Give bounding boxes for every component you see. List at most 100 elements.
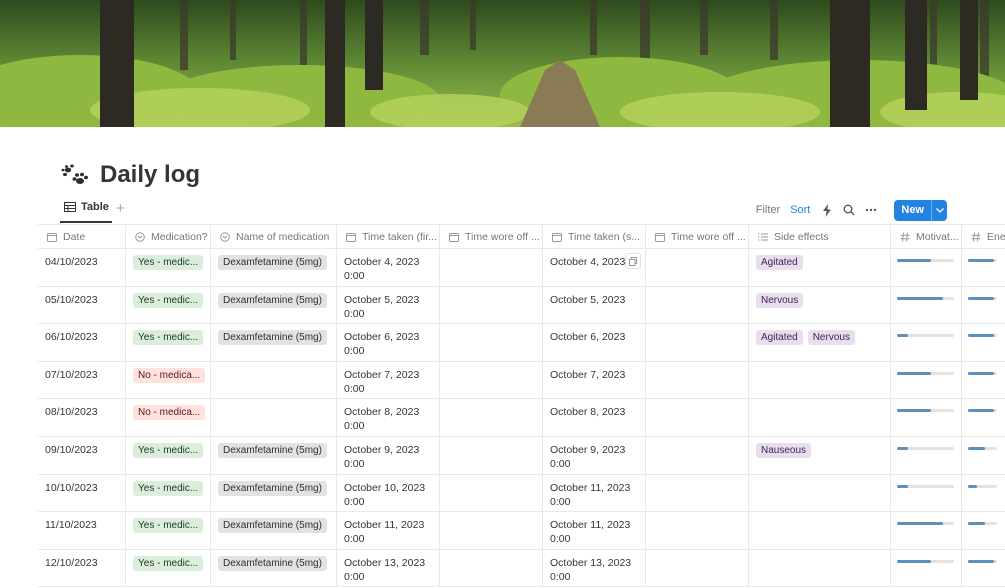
table-cell[interactable]: October 13, 2023 0:00 — [337, 549, 440, 587]
table-cell[interactable]: October 6, 2023 — [543, 324, 646, 361]
table-cell[interactable]: Yes - medic... — [126, 249, 211, 286]
table-cell[interactable]: 05/10/2023 — [38, 286, 126, 324]
table-cell[interactable]: October 13, 2023 0:00 — [543, 549, 646, 587]
table-cell[interactable] — [749, 549, 891, 587]
table-cell[interactable]: October 5, 2023 0:00 — [337, 286, 440, 324]
table-cell[interactable] — [962, 324, 1005, 361]
table-cell[interactable]: October 4, 2023 0:00 — [337, 249, 440, 286]
table-cell[interactable]: October 11, 2023 0:00 — [543, 474, 646, 512]
table-cell[interactable]: 06/10/2023 — [38, 324, 126, 361]
table-cell[interactable]: October 5, 2023 — [543, 286, 646, 324]
table-cell[interactable]: Dexamfetamine (5mg) — [211, 286, 337, 324]
table-cell[interactable] — [891, 436, 962, 474]
table-cell[interactable]: October 11, 2023 0:00 — [543, 512, 646, 549]
table-cell[interactable]: No - medica... — [126, 361, 211, 399]
table-cell[interactable] — [891, 512, 962, 549]
table-cell[interactable] — [646, 436, 749, 474]
table-cell[interactable] — [646, 286, 749, 324]
table-cell[interactable]: Agitated Nervous — [749, 324, 891, 361]
table-cell[interactable] — [440, 474, 543, 512]
table-cell[interactable]: 10/10/2023 — [38, 474, 126, 512]
table-cell[interactable]: Dexamfetamine (5mg) — [211, 324, 337, 361]
table-cell[interactable] — [962, 550, 1005, 587]
table-cell[interactable] — [440, 399, 543, 436]
column-header[interactable]: Time taken (s... — [543, 225, 646, 248]
table-cell[interactable]: Yes - medic... — [126, 549, 211, 587]
new-button[interactable]: New — [894, 199, 947, 221]
table-cell[interactable] — [962, 362, 1005, 399]
table-cell[interactable] — [962, 437, 1005, 474]
table-cell[interactable] — [646, 549, 749, 587]
table-cell[interactable]: Dexamfetamine (5mg) — [211, 512, 337, 549]
table-cell[interactable] — [749, 474, 891, 512]
table-cell[interactable] — [646, 399, 749, 436]
table-cell[interactable]: 09/10/2023 — [38, 436, 126, 474]
table-cell[interactable] — [211, 361, 337, 399]
table-cell[interactable] — [891, 324, 962, 361]
table-cell[interactable] — [440, 249, 543, 286]
table-cell[interactable]: October 4, 2023 — [543, 249, 646, 286]
lightning-icon[interactable] — [820, 203, 834, 217]
column-header[interactable]: Time wore off ... — [440, 225, 543, 248]
table-cell[interactable]: October 8, 2023 — [543, 399, 646, 436]
column-header[interactable]: Date — [38, 225, 126, 248]
filter-button[interactable]: Filter — [756, 204, 780, 216]
paw-prints-icon[interactable] — [60, 160, 90, 190]
table-cell[interactable]: Dexamfetamine (5mg) — [211, 474, 337, 512]
add-view-button[interactable]: + — [116, 199, 125, 219]
table-cell[interactable]: Nauseous — [749, 436, 891, 474]
table-cell[interactable] — [211, 399, 337, 436]
table-cell[interactable] — [440, 324, 543, 361]
table-cell[interactable]: No - medica... — [126, 399, 211, 436]
table-cell[interactable] — [646, 474, 749, 512]
table-cell[interactable]: Nervous — [749, 286, 891, 324]
table-cell[interactable] — [962, 249, 1005, 286]
table-cell[interactable] — [440, 512, 543, 549]
table-cell[interactable] — [891, 286, 962, 324]
table-cell[interactable]: October 6, 2023 0:00 — [337, 324, 440, 361]
chevron-down-icon[interactable] — [931, 199, 947, 221]
table-cell[interactable] — [962, 475, 1005, 512]
table-cell[interactable] — [440, 436, 543, 474]
table-cell[interactable]: Dexamfetamine (5mg) — [211, 249, 337, 286]
more-options-icon[interactable] — [864, 203, 878, 217]
column-header[interactable]: Motivat... — [891, 225, 962, 248]
table-cell[interactable] — [646, 324, 749, 361]
column-header[interactable]: Side effects — [749, 225, 891, 248]
table-cell[interactable] — [891, 399, 962, 436]
table-cell[interactable]: Agitated — [749, 249, 891, 286]
table-cell[interactable]: 12/10/2023 — [38, 549, 126, 587]
table-cell[interactable] — [749, 512, 891, 549]
column-header[interactable]: Name of medication — [211, 225, 337, 248]
column-header[interactable]: Medication? — [126, 225, 211, 248]
table-cell[interactable] — [962, 399, 1005, 436]
table-cell[interactable]: 08/10/2023 — [38, 399, 126, 436]
page-title[interactable]: Daily log — [100, 161, 200, 189]
table-cell[interactable]: Yes - medic... — [126, 474, 211, 512]
table-cell[interactable]: Yes - medic... — [126, 324, 211, 361]
table-cell[interactable] — [962, 287, 1005, 324]
copy-icon[interactable] — [625, 253, 641, 269]
table-cell[interactable] — [962, 512, 1005, 549]
table-cell[interactable] — [646, 512, 749, 549]
table-cell[interactable]: Dexamfetamine (5mg) — [211, 436, 337, 474]
table-cell[interactable] — [891, 474, 962, 512]
table-cell[interactable]: 07/10/2023 — [38, 361, 126, 399]
table-cell[interactable]: October 9, 2023 0:00 — [337, 436, 440, 474]
table-cell[interactable]: October 7, 2023 — [543, 361, 646, 399]
table-cell[interactable]: October 8, 2023 0:00 — [337, 399, 440, 436]
sort-button[interactable]: Sort — [790, 204, 810, 216]
table-cell[interactable] — [440, 361, 543, 399]
table-cell[interactable]: October 11, 2023 0:00 — [337, 512, 440, 549]
table-cell[interactable] — [749, 399, 891, 436]
table-cell[interactable]: Yes - medic... — [126, 512, 211, 549]
table-cell[interactable]: October 7, 2023 0:00 — [337, 361, 440, 399]
table-cell[interactable]: Yes - medic... — [126, 286, 211, 324]
search-icon[interactable] — [842, 203, 856, 217]
table-cell[interactable] — [891, 361, 962, 399]
table-cell[interactable]: Dexamfetamine (5mg) — [211, 549, 337, 587]
table-cell[interactable] — [749, 361, 891, 399]
table-cell[interactable] — [646, 361, 749, 399]
table-cell[interactable]: Yes - medic... — [126, 436, 211, 474]
column-header[interactable]: Energ — [962, 225, 1005, 248]
